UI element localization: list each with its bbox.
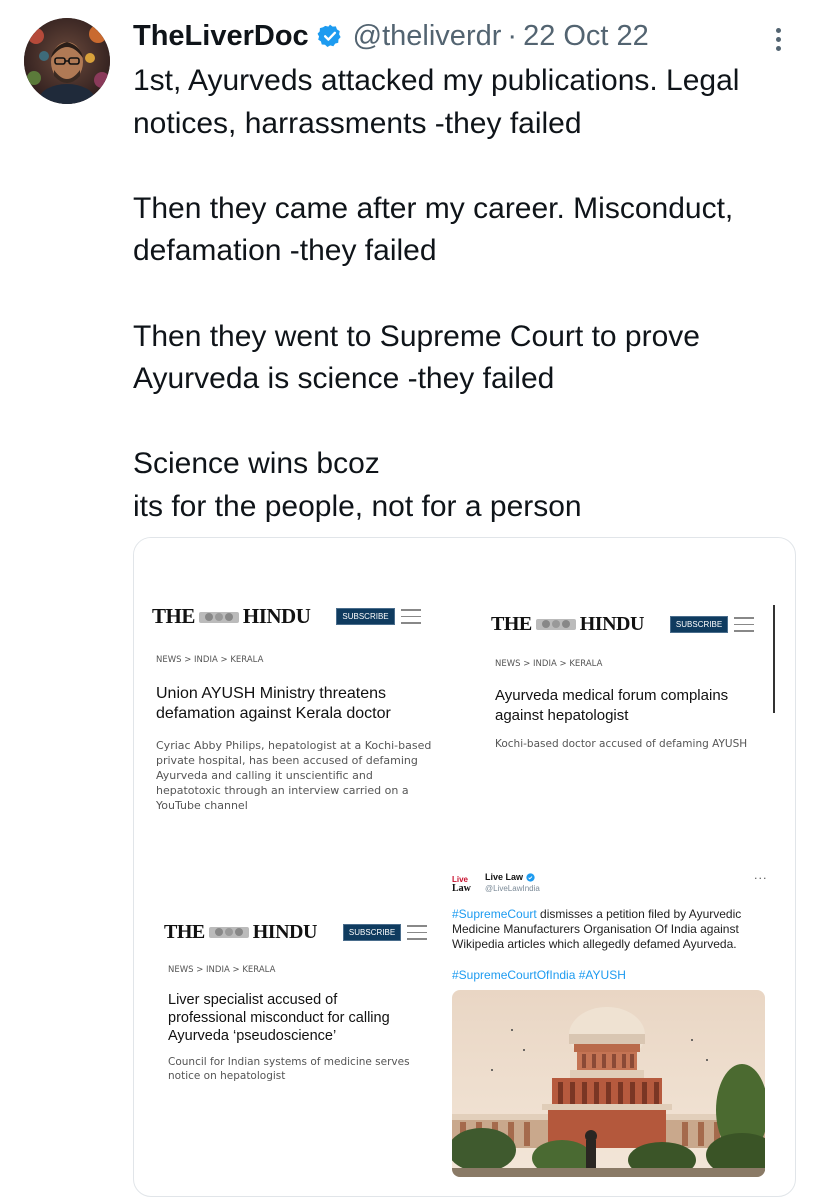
- tweet-date[interactable]: 22 Oct 22: [523, 20, 649, 53]
- hashtag-links[interactable]: #SupremeCourtOfIndia #AYUSH: [452, 968, 626, 982]
- tweet-line: Then they went to Supreme Court to prove: [133, 319, 700, 353]
- summary: Kochi-based doctor accused of defaming A…: [495, 738, 748, 750]
- breadcrumb: NEWS > INDIA > KERALA: [495, 659, 603, 669]
- summary: Council for Indian systems of medicine s…: [168, 1056, 410, 1082]
- hindu-logo-right: HINDU: [252, 920, 318, 943]
- divider: [773, 605, 775, 713]
- avatar[interactable]: [24, 18, 110, 104]
- more-options-icon[interactable]: ···: [754, 872, 768, 885]
- hamburger-menu-icon[interactable]: [734, 612, 755, 637]
- subscribe-button[interactable]: SUBSCRIBE: [342, 923, 402, 941]
- tweet-header: TheLiverDoc @theliverdr · 22 Oct 22: [133, 16, 793, 56]
- tweet-line: 1st, Ayurveds attacked my publications. …: [133, 64, 740, 97]
- hashtag-link[interactable]: #SupremeCourt: [452, 907, 537, 921]
- news-card-hindu-1: THE HINDU SUBSCRIBE NEWS > INDIA > KERAL…: [134, 538, 454, 838]
- hindu-crest-icon: [208, 927, 249, 939]
- hindu-logo-right: HINDU: [242, 604, 311, 628]
- hindu-crest-icon: [535, 619, 576, 631]
- author-name[interactable]: TheLiverDoc: [133, 20, 309, 53]
- headline: Liver specialist accused of professional…: [168, 992, 390, 1044]
- author-handle[interactable]: @theliverdr: [353, 20, 502, 53]
- subscribe-button[interactable]: SUBSCRIBE: [336, 608, 395, 625]
- verified-badge-icon[interactable]: [317, 23, 343, 49]
- hindu-logo-left: THE: [491, 612, 532, 635]
- tweet-line: notices, harrassments -they failed: [133, 106, 582, 140]
- news-card-hindu-3: THE HINDU SUBSCRIBE NEWS > INDIA > KERAL…: [134, 898, 444, 1138]
- tweet-line: Then they came after my career. Miscondu…: [133, 191, 734, 225]
- hindu-logo-left: THE: [152, 604, 195, 628]
- hindu-logo-right: HINDU: [579, 612, 645, 635]
- subscribe-button[interactable]: SUBSCRIBE: [669, 615, 729, 633]
- livelaw-name[interactable]: Live Law: [485, 872, 535, 882]
- summary: Cyriac Abby Philips, hepatologist at a K…: [156, 739, 432, 812]
- supreme-court-photo[interactable]: [452, 990, 765, 1177]
- tweet-line: defamation -they failed: [133, 234, 437, 268]
- hamburger-menu-icon[interactable]: [407, 920, 428, 945]
- livelaw-handle[interactable]: @LiveLawIndia: [485, 884, 540, 893]
- tweet-media-image[interactable]: THE HINDU SUBSCRIBE NEWS > INDIA > KERAL…: [133, 537, 796, 1197]
- tweet-line: Ayurveda is science -they failed: [133, 362, 555, 396]
- hindu-logo-left: THE: [164, 920, 205, 943]
- more-options-icon[interactable]: [774, 28, 782, 54]
- hindu-crest-icon: [198, 611, 239, 623]
- news-card-hindu-2: THE HINDU SUBSCRIBE NEWS > INDIA > KERAL…: [479, 538, 779, 778]
- livelaw-logo-icon: Live Law: [452, 875, 472, 892]
- tweet-line: Science wins bcoz: [133, 447, 380, 481]
- tweet-text: 1st, Ayurveds attacked my publications. …: [133, 60, 793, 529]
- verified-badge-icon: [525, 873, 535, 882]
- livelaw-tweet-text: #SupremeCourt dismisses a petition filed…: [452, 907, 742, 951]
- hamburger-menu-icon[interactable]: [400, 604, 421, 629]
- tweet-line: its for the people, not for a person: [133, 489, 582, 523]
- headline: Ayurveda medical forum complains against…: [495, 687, 729, 724]
- separator-dot: ·: [507, 19, 518, 52]
- breadcrumb: NEWS > INDIA > KERALA: [168, 965, 276, 975]
- headline: Union AYUSH Ministry threatens defamatio…: [156, 685, 391, 722]
- breadcrumb: NEWS > INDIA > KERALA: [156, 655, 264, 665]
- svg-text:Law: Law: [452, 883, 472, 892]
